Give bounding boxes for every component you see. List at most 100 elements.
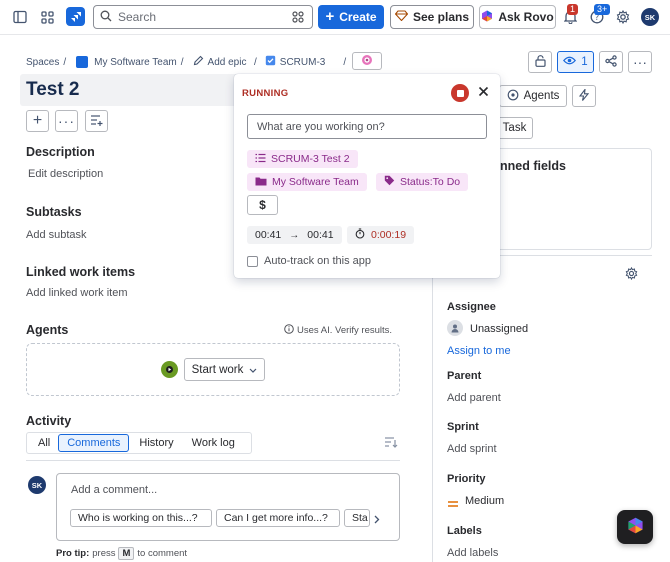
- agents-button[interactable]: Agents: [499, 85, 567, 107]
- stopwatch-icon: [355, 228, 365, 242]
- linked-work-items-heading: Linked work items: [26, 265, 136, 279]
- issue-title[interactable]: Test 2: [26, 79, 80, 101]
- assign-to-me-link[interactable]: Assign to me: [447, 345, 511, 357]
- agent-avatar-icon: [161, 361, 178, 378]
- plus-icon: +: [32, 112, 43, 129]
- more-options-button[interactable]: ···: [628, 51, 652, 73]
- assignee-label: Assignee: [447, 301, 496, 313]
- restrict-access-button[interactable]: [528, 51, 552, 73]
- rovo-chat-button[interactable]: [617, 510, 653, 544]
- comment-input[interactable]: Add a comment...: [71, 484, 157, 496]
- settings-gear-icon[interactable]: [615, 9, 631, 25]
- timer-status: RUNNING: [242, 88, 289, 99]
- unlock-icon: [534, 54, 546, 70]
- timer-app-icon: [361, 54, 373, 69]
- app-switcher-icon[interactable]: [39, 9, 55, 25]
- create-label: Create: [339, 10, 377, 24]
- labels-value[interactable]: Add labels: [447, 547, 498, 559]
- breadcrumb-separator: /: [63, 56, 67, 68]
- add-button[interactable]: +: [26, 110, 49, 132]
- list-plus-icon: [90, 114, 103, 129]
- issue-type-button[interactable]: Task: [496, 117, 533, 139]
- eye-icon: [563, 56, 577, 68]
- share-button[interactable]: [599, 51, 623, 73]
- duration-value: 0:00:19: [371, 229, 407, 241]
- time-tracker-button[interactable]: [352, 52, 382, 70]
- sprint-label: Sprint: [447, 421, 479, 433]
- search-filter-icon[interactable]: [292, 11, 304, 26]
- apps-button[interactable]: [85, 110, 108, 132]
- parent-value[interactable]: Add parent: [447, 392, 501, 404]
- add-subtask-link[interactable]: Add subtask: [26, 229, 87, 241]
- plus-icon: +: [325, 8, 335, 25]
- start-work-button[interactable]: Start work: [184, 358, 265, 381]
- tab-all[interactable]: All: [30, 434, 58, 452]
- work-description-input[interactable]: [247, 114, 487, 139]
- breadcrumb-issue-key-link[interactable]: SCRUM-3: [280, 57, 326, 68]
- rovo-icon: [481, 10, 493, 25]
- arrow-right-icon: →: [289, 229, 300, 241]
- ask-rovo-button[interactable]: Ask Rovo: [479, 5, 556, 29]
- tag-icon: [384, 175, 395, 189]
- close-icon[interactable]: [478, 86, 489, 100]
- tab-history[interactable]: History: [131, 434, 181, 452]
- suggestion-chip-who[interactable]: Who is working on this...?: [70, 509, 212, 527]
- chevron-right-icon[interactable]: [374, 513, 380, 527]
- see-plans-button[interactable]: See plans: [390, 5, 474, 29]
- time-range[interactable]: 00:41 → 00:41: [247, 226, 342, 244]
- ai-notice: Uses AI. Verify results.: [284, 324, 392, 337]
- sidebar-toggle-icon[interactable]: [12, 9, 28, 25]
- tab-work-log[interactable]: Work log: [184, 434, 243, 452]
- breadcrumb-separator: /: [180, 56, 184, 68]
- search-input[interactable]: [118, 10, 278, 24]
- search-icon: [100, 10, 112, 25]
- breadcrumb-add-epic-link[interactable]: Add epic: [208, 57, 247, 68]
- stop-icon: [456, 89, 464, 97]
- pinned-fields-heading: nned fields: [500, 159, 566, 173]
- configure-gear-icon[interactable]: [625, 266, 638, 283]
- breadcrumb-separator: /: [254, 56, 257, 68]
- more-actions-button[interactable]: ···: [55, 110, 78, 132]
- suggestion-chip-status[interactable]: Sta: [344, 509, 370, 527]
- end-time[interactable]: 00:41: [307, 229, 333, 241]
- search-box[interactable]: [93, 5, 313, 29]
- jira-logo-icon[interactable]: [66, 7, 85, 26]
- stop-timer-button[interactable]: [451, 84, 469, 102]
- agent-icon: [507, 89, 519, 104]
- breadcrumb: Spaces / My Software Team / Add epic: [26, 55, 246, 69]
- edit-description-link[interactable]: Edit description: [28, 168, 103, 180]
- tab-comments[interactable]: Comments: [58, 434, 130, 452]
- sprint-value[interactable]: Add sprint: [447, 443, 497, 455]
- user-avatar[interactable]: SK: [641, 8, 659, 26]
- pro-tip-label: Pro tip:: [56, 548, 90, 559]
- create-button[interactable]: + Create: [318, 5, 384, 29]
- suggestion-chip-more-info[interactable]: Can I get more info...?: [216, 509, 340, 527]
- folder-icon: [255, 176, 267, 189]
- autotrack-label: Auto-track on this app: [264, 255, 372, 267]
- project-pill-label: My Software Team: [272, 176, 359, 188]
- top-navigation-bar: + Create See plans Ask Rovo 1 ? 3+ SK: [0, 0, 670, 35]
- chevron-down-icon: [249, 364, 257, 376]
- duration-field[interactable]: 0:00:19: [347, 226, 415, 244]
- assignee-value[interactable]: Unassigned: [470, 323, 528, 335]
- status-pill[interactable]: Status:To Do: [376, 173, 469, 191]
- pencil-icon: [193, 55, 204, 69]
- breadcrumb-team-link[interactable]: My Software Team: [94, 57, 177, 68]
- watch-button[interactable]: 1: [557, 51, 594, 73]
- add-linked-work-item-link[interactable]: Add linked work item: [26, 287, 128, 299]
- info-icon: [284, 324, 294, 337]
- autotrack-checkbox[interactable]: [247, 256, 258, 267]
- breadcrumb-spaces-link[interactable]: Spaces: [26, 57, 59, 68]
- billable-toggle[interactable]: $: [247, 195, 278, 215]
- start-time[interactable]: 00:41: [255, 229, 281, 241]
- labels-label: Labels: [447, 525, 482, 537]
- issue-pill[interactable]: SCRUM-3 Test 2: [247, 150, 358, 168]
- sort-activity-icon[interactable]: [384, 436, 398, 451]
- activity-divider: [26, 460, 400, 461]
- priority-value[interactable]: Medium: [465, 495, 504, 507]
- automation-button[interactable]: [572, 85, 596, 107]
- project-pill[interactable]: My Software Team: [247, 173, 367, 191]
- priority-label: Priority: [447, 473, 486, 485]
- agents-label: Agents: [523, 90, 560, 102]
- notification-count-badge: 1: [567, 4, 579, 15]
